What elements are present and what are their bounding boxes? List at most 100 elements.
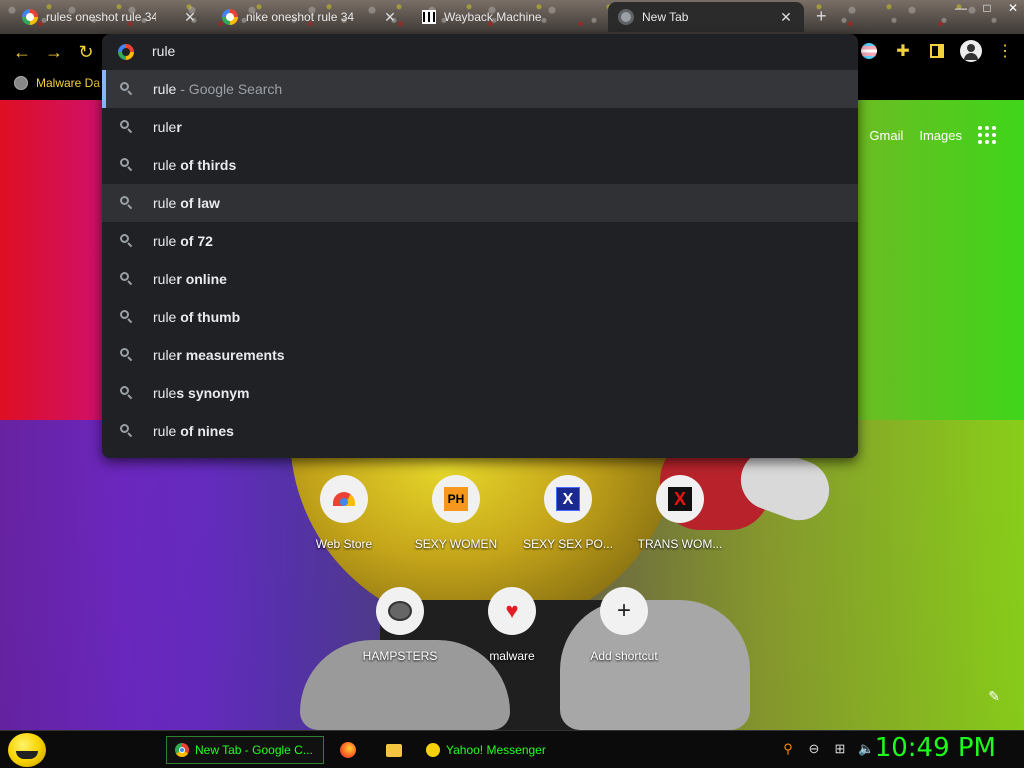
suggestion-typed-text: rule: [153, 309, 177, 325]
shortcut-sexy-sex-po[interactable]: X SEXY SEX PO...: [512, 475, 624, 551]
omnibox-row: [102, 34, 858, 70]
tab-wayback-machine[interactable]: Wayback Machine: [412, 2, 608, 32]
omnibox-suggestion[interactable]: ruler: [102, 108, 858, 146]
minimize-button[interactable]: —: [950, 0, 972, 16]
start-smiley-button[interactable]: [8, 733, 46, 767]
omnibox-suggestion[interactable]: ruler online: [102, 260, 858, 298]
suggestion-text: ruler online: [153, 271, 227, 287]
close-icon[interactable]: ✕: [182, 9, 198, 26]
back-button[interactable]: ←: [12, 42, 32, 62]
suggestion-description: - Google Search: [176, 81, 283, 97]
suggestion-text: rule of nines: [153, 423, 234, 439]
shortcut-label: HAMPSTERS: [362, 649, 438, 663]
omnibox-suggestion[interactable]: rule of 72: [102, 222, 858, 260]
network-icon[interactable]: ⊞: [832, 741, 848, 757]
omnibox-suggestion[interactable]: rule of thumb: [102, 298, 858, 336]
add-shortcut-button[interactable]: + Add shortcut: [568, 587, 680, 663]
shortcut-trans-wom[interactable]: X TRANS WOM...: [624, 475, 736, 551]
forward-button[interactable]: →: [44, 42, 64, 62]
omnibox-suggestion[interactable]: rule - Google Search: [102, 70, 858, 108]
tab-label: Wayback Machine: [444, 10, 542, 24]
google-icon: [118, 44, 134, 60]
volume-icon[interactable]: 🔈: [858, 741, 874, 757]
task-label: Yahoo! Messenger: [446, 743, 546, 757]
yahoo-icon: [426, 743, 440, 757]
suggestion-completion: of 72: [176, 233, 213, 249]
close-window-button[interactable]: ✕: [1002, 0, 1024, 16]
shortcut-label: SEXY WOMEN: [414, 537, 498, 551]
extensions-puzzle-icon[interactable]: ✚: [892, 40, 914, 62]
shortcut-malware[interactable]: ♥ malware: [456, 587, 568, 663]
tab-new-tab[interactable]: New Tab ✕: [608, 2, 804, 32]
search-icon: [120, 82, 133, 96]
suggestion-completion: r: [176, 119, 182, 135]
shortcut-label: TRANS WOM...: [637, 537, 723, 551]
google-icon: [22, 9, 38, 25]
extension-flag-icon[interactable]: [858, 40, 880, 62]
suggestion-typed-text: rule: [153, 81, 177, 97]
suggestion-text: ruler measurements: [153, 347, 285, 363]
close-icon[interactable]: ✕: [382, 9, 398, 26]
suggestion-typed-text: rule: [153, 195, 177, 211]
suggestion-typed-text: rule: [153, 423, 177, 439]
taskbar-clock: 10:49 PM: [874, 733, 996, 763]
shortcut-tile: PH: [432, 475, 480, 523]
firefox-icon[interactable]: [340, 742, 356, 758]
chrome-icon: [175, 743, 189, 757]
omnibox-suggestion[interactable]: rule of nines: [102, 412, 858, 450]
new-tab-button[interactable]: +: [816, 6, 827, 27]
suggestion-text: rule of thirds: [153, 157, 236, 173]
search-icon: [120, 424, 133, 438]
shortcut-tile: [376, 587, 424, 635]
shortcut-hampsters[interactable]: HAMPSTERS: [344, 587, 456, 663]
tab-nike-oneshot[interactable]: nike oneshot rule 34 - C ✕: [212, 2, 408, 32]
omnibox-input[interactable]: [152, 43, 832, 59]
search-icon: [120, 386, 133, 400]
profile-avatar-icon[interactable]: [960, 40, 982, 62]
gmail-link[interactable]: Gmail: [869, 128, 903, 143]
suggestion-completion: of thumb: [176, 309, 241, 325]
hamster-icon: [388, 601, 412, 621]
google-apps-icon[interactable]: [978, 126, 996, 144]
customize-pencil-icon[interactable]: ✎: [988, 688, 1000, 705]
shortcut-label: SEXY SEX PO...: [523, 537, 613, 551]
images-link[interactable]: Images: [919, 128, 962, 143]
taskbar-task-yahoo-messenger[interactable]: Yahoo! Messenger: [418, 736, 576, 764]
taskbar-task-new-tab[interactable]: New Tab - Google C...: [166, 736, 324, 764]
menu-kebab-icon[interactable]: ⋮: [994, 40, 1016, 62]
x-icon: X: [556, 487, 580, 511]
side-panel-icon[interactable]: [926, 40, 948, 62]
tab-label: New Tab: [642, 10, 689, 24]
google-icon: [222, 9, 238, 25]
omnibox-suggestion[interactable]: rules synonym: [102, 374, 858, 412]
suggestion-completion: r online: [176, 271, 227, 287]
bookmark-malware[interactable]: Malware Da: [14, 76, 100, 90]
status-circle-icon[interactable]: ⊖: [806, 741, 822, 757]
omnibox-suggestion[interactable]: ruler measurements: [102, 336, 858, 374]
search-icon: [120, 120, 133, 134]
shortcut-tile: X: [656, 475, 704, 523]
shortcut-tile: ♥: [488, 587, 536, 635]
close-icon[interactable]: ✕: [778, 9, 794, 26]
omnibox-suggestion[interactable]: rule of law: [102, 184, 858, 222]
shortcut-tile: [320, 475, 368, 523]
reload-button[interactable]: ↻: [76, 42, 96, 62]
shortcut-sexy-women[interactable]: PH SEXY WOMEN: [400, 475, 512, 551]
search-icon[interactable]: ⚲: [780, 741, 796, 757]
shortcut-web-store[interactable]: Web Store: [288, 475, 400, 551]
maximize-button[interactable]: □: [976, 0, 998, 16]
tab-rules-oneshot[interactable]: rules oneshot rule 34 - ✕: [12, 2, 208, 32]
suggestion-text: rule of law: [153, 195, 220, 211]
suggestion-typed-text: rule: [153, 385, 177, 401]
chrome-icon: [618, 9, 634, 25]
taskbar: New Tab - Google C... Yahoo! Messenger ⚲…: [0, 730, 1024, 768]
window-controls: — □ ✕: [946, 0, 1024, 16]
tab-label: nike oneshot rule 34 - C: [246, 10, 356, 24]
search-icon: [120, 310, 133, 324]
folder-icon[interactable]: [386, 744, 402, 757]
search-icon: [120, 234, 133, 248]
shortcut-label: malware: [489, 649, 535, 663]
wayback-icon: [422, 10, 436, 24]
omnibox-suggestion[interactable]: rule of thirds: [102, 146, 858, 184]
ph-icon: PH: [444, 487, 468, 511]
